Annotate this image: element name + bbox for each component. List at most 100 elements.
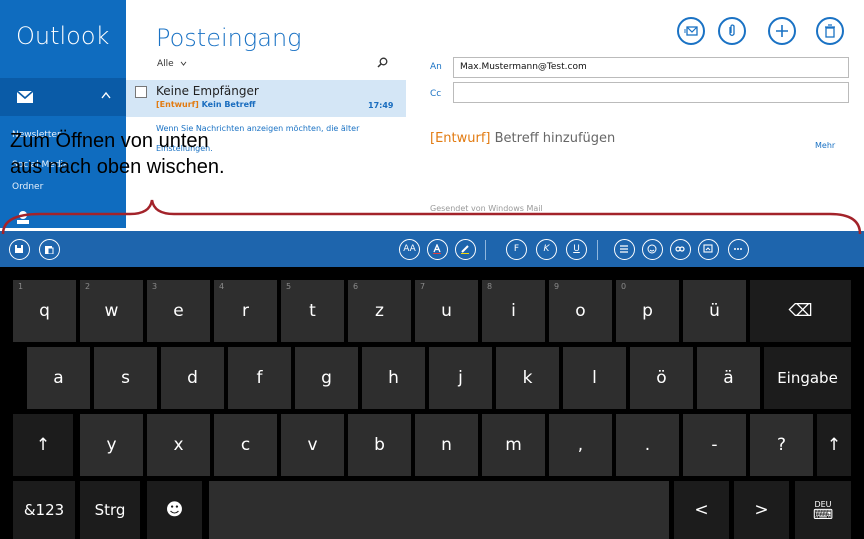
key-s[interactable]: s <box>94 347 157 409</box>
swipe-hint-caption: Zum Öffnen von unten aus nach oben wisch… <box>10 128 300 180</box>
key-b[interactable]: b <box>348 414 411 476</box>
key-label: s <box>121 368 130 388</box>
toolbar-divider <box>597 240 598 260</box>
key-question[interactable]: ? <box>750 414 813 476</box>
key-label: ö <box>656 368 667 388</box>
message-list-item[interactable]: Keine Empfänger [Entwurf] Kein Betreff 1… <box>126 80 406 117</box>
key-label: , <box>577 435 584 455</box>
list-button[interactable] <box>614 239 635 260</box>
key-c[interactable]: c <box>214 414 277 476</box>
key-p[interactable]: 0p <box>616 280 679 342</box>
key-v[interactable]: v <box>281 414 344 476</box>
key-label: k <box>522 368 533 388</box>
highlight-button[interactable] <box>455 239 476 260</box>
key-f[interactable]: f <box>228 347 291 409</box>
key-q[interactable]: 1q <box>13 280 76 342</box>
enter-key[interactable]: Eingabe <box>764 347 851 409</box>
key-k[interactable]: k <box>496 347 559 409</box>
ctrl-key[interactable]: Strg <box>80 481 140 539</box>
key-r[interactable]: 4r <box>214 280 277 342</box>
key-hyphen[interactable]: - <box>683 414 746 476</box>
arrow-left-key[interactable]: < <box>674 481 729 539</box>
message-subject: Kein Betreff <box>201 100 256 109</box>
filter-label: Alle <box>157 59 174 69</box>
mail-nav-item[interactable] <box>0 78 126 116</box>
emoji-key[interactable]: ☻ <box>147 481 202 539</box>
chevron-up-icon[interactable] <box>101 91 111 99</box>
key-label: ä <box>723 368 734 388</box>
smiley-icon <box>647 244 657 254</box>
key-label: ? <box>776 435 787 455</box>
filter-dropdown[interactable]: Alle <box>157 59 187 69</box>
key-t[interactable]: 5t <box>281 280 344 342</box>
emoji-button[interactable] <box>642 239 663 260</box>
italic-button[interactable]: K <box>536 239 557 260</box>
more-options-button[interactable] <box>728 239 749 260</box>
key-m[interactable]: m <box>482 414 545 476</box>
key-label: u <box>441 301 452 321</box>
key-o[interactable]: 9o <box>549 280 612 342</box>
key-a[interactable]: a <box>27 347 90 409</box>
key-label: r <box>242 301 249 321</box>
more-link[interactable]: Mehr <box>815 141 835 150</box>
key-z[interactable]: 6z <box>348 280 411 342</box>
key-u[interactable]: 7u <box>415 280 478 342</box>
key-j[interactable]: j <box>429 347 492 409</box>
key-period[interactable]: . <box>616 414 679 476</box>
symbols-key[interactable]: &123 <box>13 481 75 539</box>
font-size-button[interactable]: AA <box>399 239 420 260</box>
key-l[interactable]: l <box>563 347 626 409</box>
bold-button[interactable]: F <box>506 239 527 260</box>
key-ü[interactable]: ü <box>683 280 746 342</box>
key-comma[interactable]: , <box>549 414 612 476</box>
send-button[interactable] <box>677 17 705 45</box>
paste-button[interactable] <box>39 239 60 260</box>
font-color-button[interactable] <box>427 239 448 260</box>
key-label: ↑ <box>35 435 51 455</box>
message-checkbox[interactable] <box>135 86 147 98</box>
key-label: j <box>458 368 463 388</box>
send-mail-icon <box>684 26 698 36</box>
space-key[interactable] <box>209 481 669 539</box>
to-label: An <box>430 62 442 72</box>
insert-button[interactable] <box>698 239 719 260</box>
key-g[interactable]: g <box>295 347 358 409</box>
key-n[interactable]: n <box>415 414 478 476</box>
key-ä[interactable]: ä <box>697 347 760 409</box>
keyboard-icon: ⌨ <box>812 507 834 523</box>
shift-key-left[interactable]: ↑ <box>13 414 73 476</box>
cc-field[interactable] <box>453 82 849 103</box>
key-h[interactable]: h <box>362 347 425 409</box>
folder-ordner[interactable]: Ordner <box>12 182 43 192</box>
nav-rail: Outlook Newsletter Social Media Ordner <box>0 0 126 228</box>
delete-button[interactable] <box>816 17 844 45</box>
backspace-key[interactable]: ⌫ <box>750 280 851 342</box>
search-icon[interactable] <box>377 57 388 68</box>
attach-button[interactable] <box>718 17 746 45</box>
add-button[interactable] <box>768 17 796 45</box>
subject-field[interactable]: [Entwurf] Betreff hinzufügen <box>430 131 615 146</box>
key-ö[interactable]: ö <box>630 347 693 409</box>
key-i[interactable]: 8i <box>482 280 545 342</box>
plus-icon <box>776 25 788 37</box>
to-field[interactable]: Max.Mustermann@Test.com <box>453 57 849 78</box>
save-button[interactable] <box>9 239 30 260</box>
key-label: x <box>173 435 184 455</box>
shift-key-right[interactable]: ↑ <box>817 414 851 476</box>
key-w[interactable]: 2w <box>80 280 143 342</box>
language-key[interactable]: DEU ⌨ <box>795 481 851 539</box>
key-y[interactable]: y <box>80 414 143 476</box>
link-button[interactable] <box>670 239 691 260</box>
arrow-right-key[interactable]: > <box>734 481 789 539</box>
key-d[interactable]: d <box>161 347 224 409</box>
key-label: &123 <box>23 501 65 519</box>
key-x[interactable]: x <box>147 414 210 476</box>
key-number-hint: 8 <box>487 282 493 291</box>
underline-button[interactable]: U <box>566 239 587 260</box>
key-label: p <box>642 301 653 321</box>
key-label: - <box>711 435 718 455</box>
key-e[interactable]: 3e <box>147 280 210 342</box>
key-number-hint: 1 <box>18 282 24 291</box>
people-icon[interactable] <box>16 210 30 224</box>
list-icon <box>620 245 628 253</box>
